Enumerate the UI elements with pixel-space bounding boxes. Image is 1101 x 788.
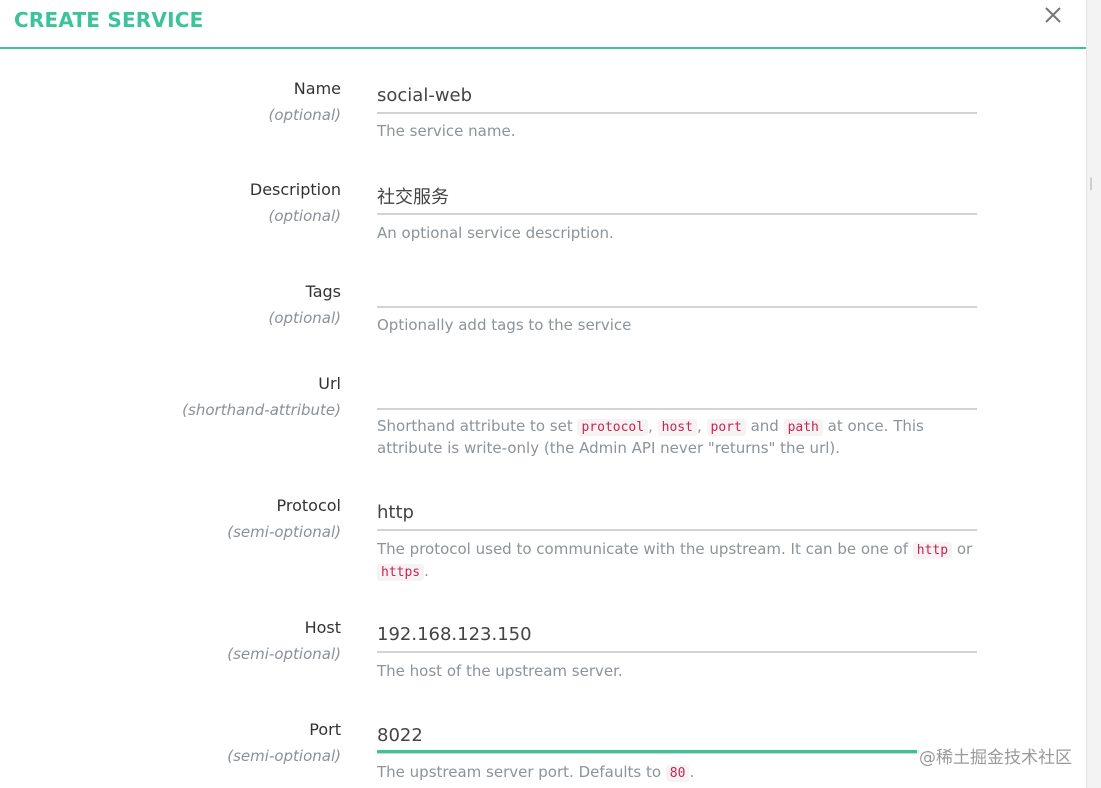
tags-label: Tags bbox=[305, 282, 341, 301]
protocol-help-text: . bbox=[424, 562, 429, 580]
url-help-text: , bbox=[696, 417, 707, 435]
port-help-text: . bbox=[689, 763, 695, 781]
protocol-input[interactable] bbox=[377, 497, 957, 527]
url-input[interactable] bbox=[377, 376, 957, 406]
description-sub: (optional) bbox=[268, 207, 342, 225]
description-input[interactable] bbox=[377, 181, 957, 211]
dialog-title: CREATE SERVICE bbox=[14, 8, 204, 32]
code-path: path bbox=[783, 419, 823, 436]
description-help: An optional service description. bbox=[377, 224, 614, 242]
tags-help: Optionally add tags to the service bbox=[377, 316, 632, 334]
url-field-wrap bbox=[377, 376, 977, 410]
port-input[interactable] bbox=[377, 720, 957, 750]
port-help: The upstream server port. Defaults to 80… bbox=[377, 762, 977, 784]
url-label: Url bbox=[318, 374, 341, 393]
protocol-label: Protocol bbox=[276, 496, 341, 515]
code-host: host bbox=[657, 419, 697, 436]
name-label: Name bbox=[293, 79, 341, 98]
port-sub: (semi-optional) bbox=[227, 747, 341, 765]
host-field-wrap bbox=[377, 619, 977, 653]
tags-field-wrap bbox=[377, 274, 977, 308]
code-http: http bbox=[912, 542, 953, 559]
code-80: 80 bbox=[665, 765, 690, 782]
port-label: Port bbox=[309, 720, 341, 739]
host-help: The host of the upstream server. bbox=[377, 662, 623, 680]
protocol-field-wrap bbox=[377, 497, 977, 531]
tags-input[interactable] bbox=[377, 274, 957, 304]
url-help-text: Shorthand attribute to set bbox=[377, 417, 578, 435]
protocol-help-text: or bbox=[952, 540, 973, 558]
create-service-dialog: CREATE SERVICE Name (optional) The servi… bbox=[0, 0, 1086, 788]
name-input[interactable] bbox=[377, 80, 957, 110]
dialog-header: CREATE SERVICE bbox=[0, 0, 1086, 49]
url-help-text: , bbox=[648, 417, 658, 435]
description-field-wrap bbox=[377, 181, 977, 215]
port-help-text: The upstream server port. Defaults to bbox=[377, 763, 666, 781]
code-https: https bbox=[377, 564, 425, 581]
code-protocol: protocol bbox=[577, 419, 649, 436]
url-help: Shorthand attribute to set protocol, hos… bbox=[377, 416, 977, 459]
tags-sub: (optional) bbox=[268, 309, 342, 327]
host-sub: (semi-optional) bbox=[227, 645, 341, 663]
name-help: The service name. bbox=[377, 122, 516, 140]
url-sub: (shorthand-attribute) bbox=[182, 401, 341, 419]
protocol-sub: (semi-optional) bbox=[227, 523, 341, 541]
url-help-text: and bbox=[745, 417, 784, 435]
protocol-help-text: The protocol used to communicate with th… bbox=[377, 540, 913, 558]
name-sub: (optional) bbox=[268, 106, 342, 124]
port-field-wrap bbox=[377, 720, 977, 754]
focus-underline bbox=[377, 750, 919, 753]
watermark: @稀土掘金技术社区 bbox=[917, 743, 1074, 768]
protocol-help: The protocol used to communicate with th… bbox=[377, 539, 977, 583]
description-label: Description bbox=[249, 180, 341, 199]
name-field-wrap bbox=[377, 80, 977, 114]
host-label: Host bbox=[304, 618, 341, 637]
code-port: port bbox=[706, 419, 746, 436]
close-icon[interactable] bbox=[1040, 2, 1066, 28]
background-page-edge: | bbox=[1086, 0, 1101, 788]
host-input[interactable] bbox=[377, 619, 957, 649]
background-edge-mark: | bbox=[1089, 176, 1094, 190]
